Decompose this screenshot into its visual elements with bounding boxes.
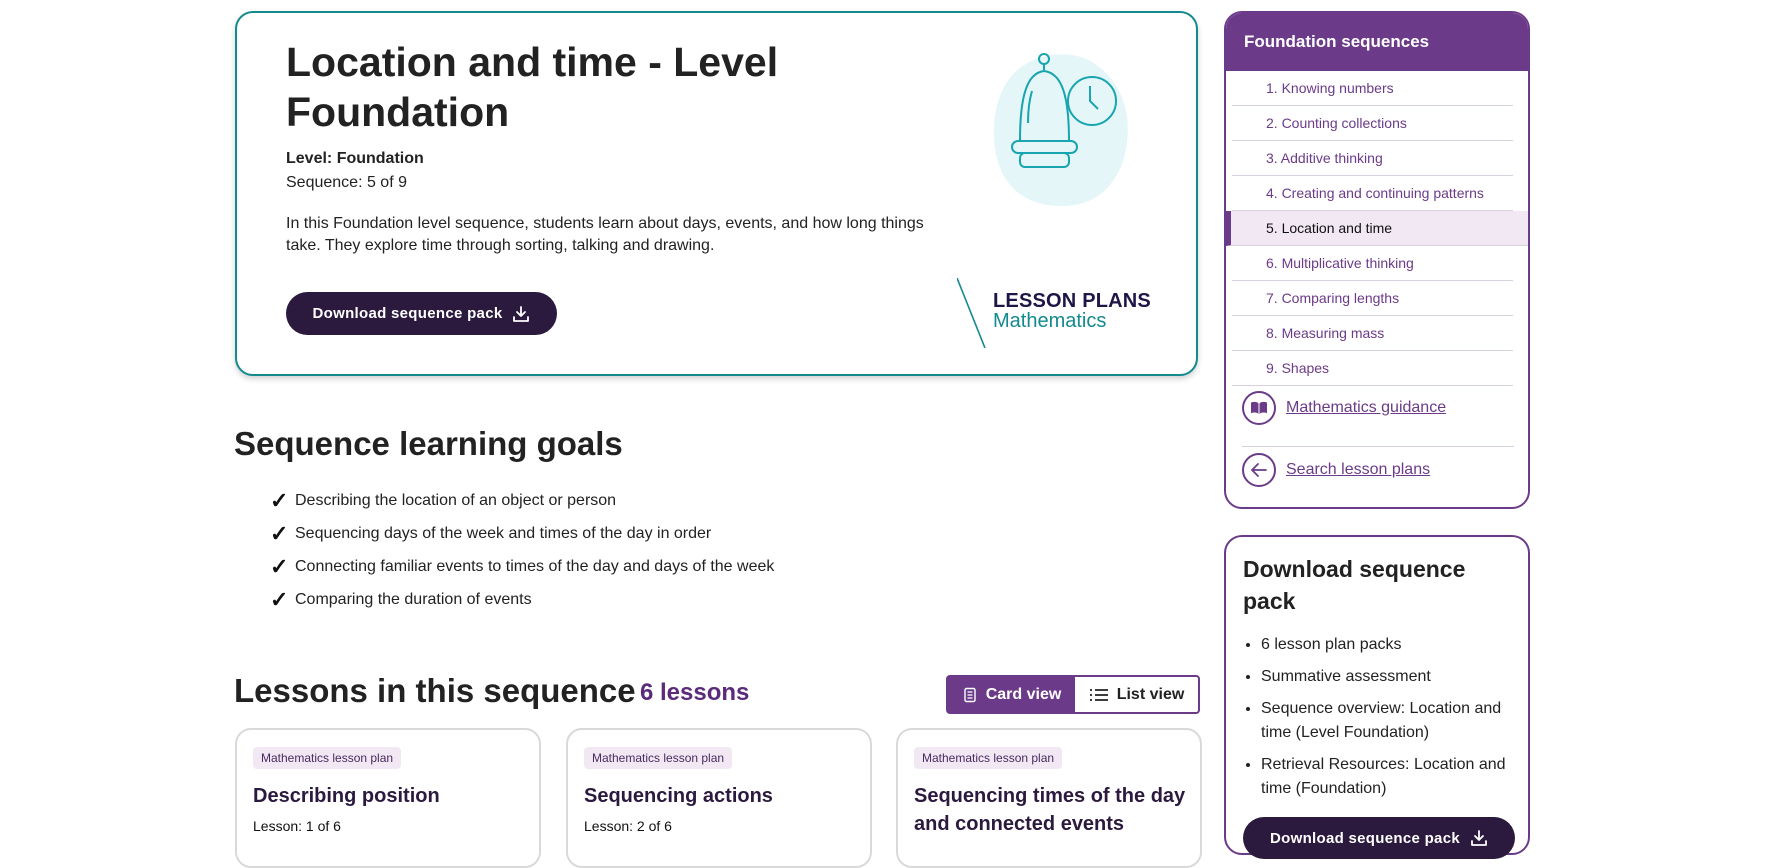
sidebar-item-knowing-numbers[interactable]: 1. Knowing numbers: [1232, 71, 1513, 106]
lesson-number: Lesson: 1 of 6: [253, 818, 341, 834]
lesson-title: Describing position: [253, 785, 440, 807]
list-view-label: List view: [1116, 685, 1185, 703]
check-icon: ✓: [270, 553, 289, 579]
lesson-title: Sequencing actions: [584, 785, 773, 807]
lesson-card[interactable]: Mathematics lesson plan Sequencing times…: [896, 728, 1202, 868]
sidebar-item-location-and-time[interactable]: 5. Location and time: [1226, 211, 1528, 246]
download-pack-panel: Download sequence pack 6 lesson plan pac…: [1224, 535, 1531, 859]
pack-item: Summative assessment: [1261, 665, 1531, 689]
goal-text: Comparing the duration of events: [295, 590, 532, 608]
goal-item: ✓ Connecting familiar events to times of …: [270, 550, 774, 583]
lesson-card[interactable]: Mathematics lesson plan Describing posit…: [235, 728, 541, 868]
sidebar-item-shapes[interactable]: 9. Shapes: [1232, 351, 1513, 386]
download-button-label: Download sequence pack: [312, 305, 503, 322]
card-view-icon: [964, 687, 976, 702]
lessons-heading: Lessons in this sequence: [234, 672, 636, 709]
download-icon: [513, 305, 530, 322]
download-sequence-pack-button[interactable]: Download sequence pack: [286, 292, 557, 335]
bell-clock-icon: [993, 53, 1128, 206]
lessons-count: 6 lessons: [640, 679, 750, 706]
lesson-type-badge: Mathematics lesson plan: [914, 747, 1063, 769]
sequence-label: Sequence: 5 of 9: [286, 174, 407, 191]
search-lesson-plans-link[interactable]: Search lesson plans: [1242, 453, 1430, 487]
card-view-label: Card view: [985, 685, 1062, 703]
download-pack-heading: Download sequence pack: [1243, 556, 1466, 614]
sequence-nav-list: 1. Knowing numbers 2. Counting collectio…: [1226, 71, 1528, 386]
download-icon: [1471, 830, 1487, 846]
goal-item: ✓ Comparing the duration of events: [270, 583, 774, 616]
sidebar-item-patterns[interactable]: 4. Creating and continuing patterns: [1232, 176, 1513, 211]
check-icon: ✓: [270, 586, 289, 612]
search-lesson-plans-label: Search lesson plans: [1286, 461, 1431, 478]
logo-slash: [957, 278, 986, 348]
logo-line2: Mathematics: [993, 310, 1107, 332]
goal-text: Describing the location of an object or …: [295, 491, 617, 509]
sidebar-divider: [1242, 446, 1514, 447]
sequence-nav-heading: Foundation sequences: [1226, 13, 1528, 71]
download-panel-button-label: Download sequence pack: [1270, 829, 1460, 847]
lesson-title: Sequencing times of the day and connecte…: [914, 785, 1186, 835]
goal-item: ✓ Sequencing days of the week and times o…: [270, 517, 774, 550]
sequence-description: In this Foundation level sequence, stude…: [286, 215, 924, 254]
sidebar-item-measuring-mass[interactable]: 8. Measuring mass: [1232, 316, 1513, 351]
card-view-button[interactable]: Card view: [948, 677, 1075, 712]
sequence-hero-card: Location and time - Level Foundation Lev…: [235, 11, 1198, 376]
pack-item: Retrieval Resources: Location and time (…: [1261, 753, 1531, 801]
sidebar-item-multiplicative-thinking[interactable]: 6. Multiplicative thinking: [1232, 246, 1513, 281]
mathematics-guidance-label: Mathematics guidance: [1286, 399, 1447, 416]
download-pack-contents: 6 lesson plan packs Summative assessment…: [1243, 633, 1531, 809]
sequence-nav: Foundation sequences 1. Knowing numbers …: [1224, 11, 1530, 509]
goal-item: ✓ Describing the location of an object or…: [270, 484, 774, 517]
learning-goals-list: ✓ Describing the location of an object or…: [270, 484, 774, 616]
view-toggle: Card view List view: [946, 675, 1200, 714]
list-view-icon: [1089, 688, 1108, 701]
check-icon: ✓: [270, 520, 289, 546]
page-title: Location and time - Level Foundation: [286, 39, 779, 135]
goal-text: Sequencing days of the week and times of…: [295, 524, 712, 542]
download-pack-panel-button[interactable]: Download sequence pack: [1243, 817, 1515, 859]
level-label: Level: Foundation: [286, 150, 424, 167]
sidebar-item-additive-thinking[interactable]: 3. Additive thinking: [1232, 141, 1513, 176]
pack-item: 6 lesson plan packs: [1261, 633, 1531, 657]
lesson-plans-logo: LESSON PLANS Mathematics: [957, 278, 1157, 358]
lesson-number: Lesson: 2 of 6: [584, 818, 672, 834]
lesson-type-badge: Mathematics lesson plan: [253, 747, 402, 769]
book-icon: [1242, 391, 1276, 425]
pack-item: Sequence overview: Location and time (Le…: [1261, 697, 1531, 745]
sidebar-item-comparing-lengths[interactable]: 7. Comparing lengths: [1232, 281, 1513, 316]
check-icon: ✓: [270, 487, 289, 513]
lesson-type-badge: Mathematics lesson plan: [584, 747, 733, 769]
goal-text: Connecting familiar events to times of t…: [295, 557, 775, 575]
mathematics-guidance-link[interactable]: Mathematics guidance: [1242, 391, 1446, 425]
learning-goals-heading: Sequence learning goals: [234, 425, 623, 462]
lesson-card[interactable]: Mathematics lesson plan Sequencing actio…: [566, 728, 872, 868]
list-view-button[interactable]: List view: [1075, 677, 1198, 712]
arrow-left-icon: [1242, 453, 1276, 487]
sidebar-item-counting-collections[interactable]: 2. Counting collections: [1232, 106, 1513, 141]
